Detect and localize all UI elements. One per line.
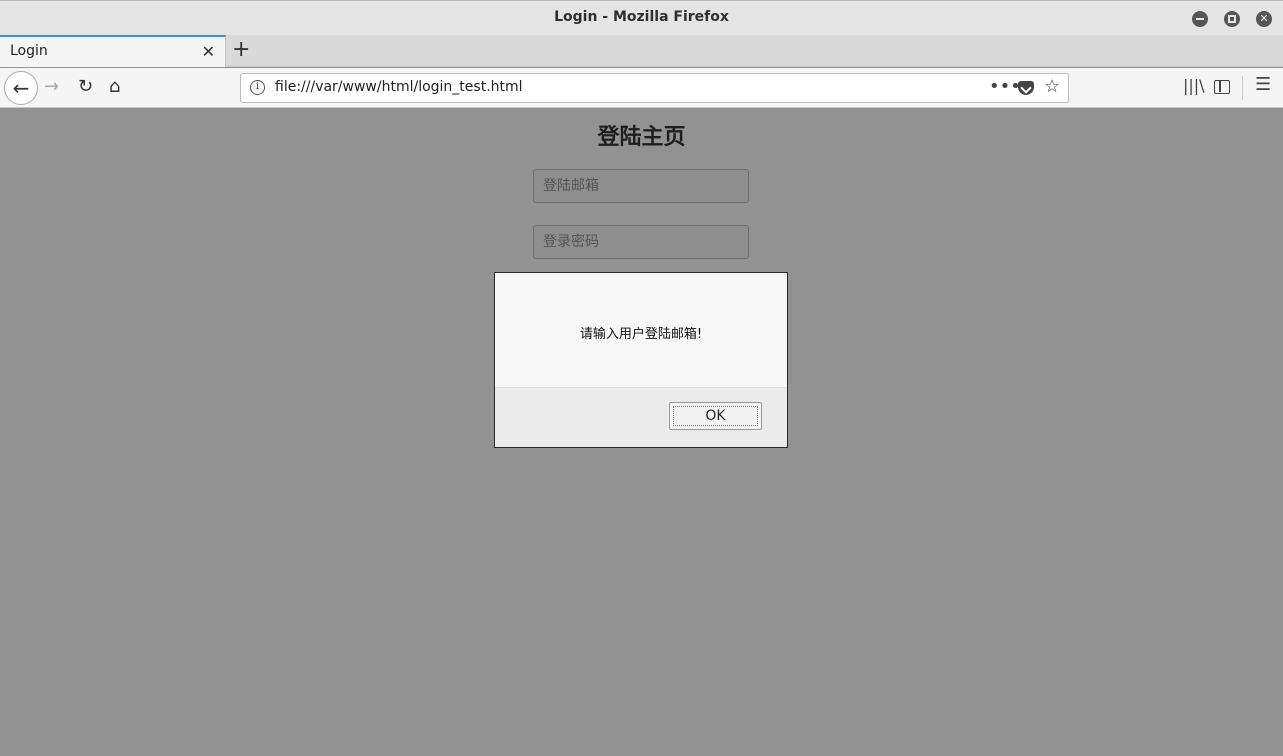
site-info-icon[interactable]: i <box>250 80 265 95</box>
reload-button[interactable]: ↻ <box>78 75 93 99</box>
email-field[interactable]: 登陆邮箱 <box>533 169 749 203</box>
hamburger-menu-icon[interactable]: ☰ <box>1255 74 1271 95</box>
page-actions-icon[interactable]: ••• <box>989 76 1021 97</box>
library-icon[interactable]: |||\ <box>1183 76 1205 95</box>
window-title: Login - Mozilla Firefox <box>554 9 729 25</box>
page-title: 登陆主页 <box>597 125 686 150</box>
dialog-footer: OK <box>495 387 787 447</box>
tab-login[interactable]: Login ✕ <box>0 35 226 67</box>
navigation-toolbar: ← → ↻ ⌂ i file:///var/www/html/login_tes… <box>0 68 1283 108</box>
alert-dialog: 请输入用户登陆邮箱! OK <box>494 272 788 448</box>
minimize-button[interactable] <box>1192 11 1208 27</box>
new-tab-button[interactable]: + <box>232 37 250 63</box>
toolbar-separator <box>1242 76 1243 100</box>
password-field[interactable]: 登录密码 <box>533 225 749 259</box>
back-button[interactable]: ← <box>4 71 38 105</box>
maximize-button[interactable] <box>1224 11 1240 27</box>
forward-button[interactable]: → <box>44 75 59 99</box>
home-button[interactable]: ⌂ <box>109 75 120 99</box>
ok-button[interactable]: OK <box>669 402 762 430</box>
tab-close-icon[interactable]: ✕ <box>202 42 215 61</box>
tab-label: Login <box>10 43 48 59</box>
url-bar[interactable]: i file:///var/www/html/login_test.html •… <box>240 73 1069 103</box>
close-window-button[interactable]: ✕ <box>1256 11 1272 27</box>
bookmark-star-icon[interactable]: ☆ <box>1044 76 1060 97</box>
sidebar-icon[interactable] <box>1214 80 1230 94</box>
pocket-icon[interactable] <box>1018 81 1034 95</box>
window-titlebar: Login - Mozilla Firefox ✕ <box>0 0 1283 35</box>
tab-strip: Login ✕ + <box>0 35 1283 67</box>
dialog-message: 请输入用户登陆邮箱! <box>579 327 703 342</box>
url-text[interactable]: file:///var/www/html/login_test.html <box>275 79 523 95</box>
